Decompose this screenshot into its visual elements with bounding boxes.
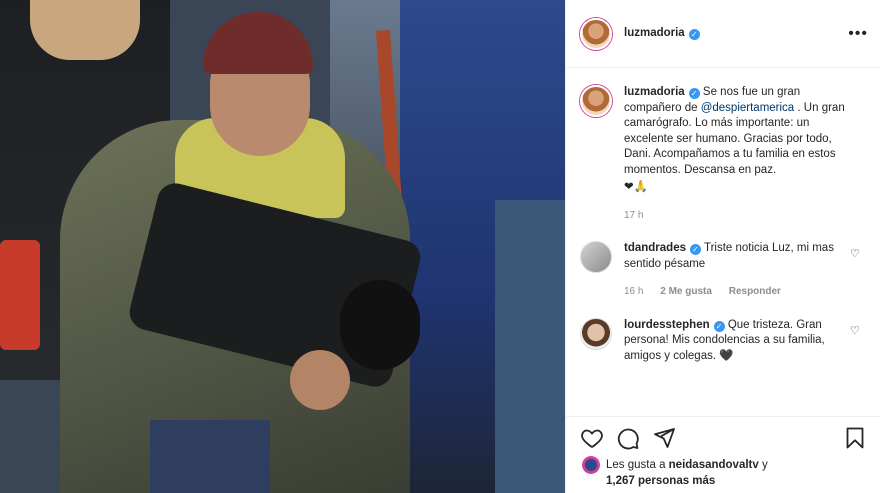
comments-section[interactable]: luzmadoria ✓ Se nos fue un gran compañero… [566, 69, 880, 415]
likes-count-link[interactable]: 1,267 personas más [606, 475, 715, 487]
likes-text: Les gusta a neidasandovaltv y 1,267 pers… [606, 457, 768, 489]
comment-username[interactable]: lourdesstephen [624, 319, 710, 331]
caption-username[interactable]: luzmadoria [624, 86, 685, 98]
caption-avatar[interactable] [580, 85, 612, 117]
liker-avatar[interactable] [582, 456, 600, 474]
comment-bubble-icon[interactable] [616, 426, 640, 450]
caption-row: luzmadoria ✓ Se nos fue un gran compañero… [580, 85, 867, 223]
comment-row: lourdesstephen ✓ Que tristeza. Gran perso… [580, 317, 867, 365]
comment-username[interactable]: tdandrades [624, 242, 686, 254]
comment-like-heart-icon[interactable]: ♡ [850, 325, 861, 337]
caption-meta: 17 h [624, 208, 854, 224]
likes-suffix: y [758, 459, 768, 471]
like-heart-icon[interactable] [580, 426, 604, 450]
photo-pants [150, 420, 270, 493]
post-header: luzmadoria ✓ ••• [566, 0, 880, 68]
verified-badge-icon: ✓ [713, 320, 725, 332]
verified-badge-icon: ✓ [688, 29, 700, 40]
comment-reply-button[interactable]: Responder [729, 286, 781, 297]
instagram-post: luzmadoria ✓ ••• luzmadoria ✓ Se nos fue u… [0, 0, 880, 493]
more-options-icon[interactable]: ••• [848, 25, 868, 43]
photo-bg-bag [0, 240, 40, 350]
comment-avatar[interactable] [580, 241, 612, 273]
photo-lens [340, 280, 420, 370]
caption-mention-link[interactable]: @despiertamerica [701, 102, 795, 114]
photo-bg-jeans [495, 200, 565, 493]
verified-badge-icon: ✓ [688, 88, 700, 99]
share-paper-plane-icon[interactable] [652, 426, 676, 450]
comment-likes[interactable]: 2 Me gusta [660, 286, 712, 297]
photo-hand [290, 350, 350, 410]
caption-body: luzmadoria ✓ Se nos fue un gran compañero… [624, 85, 854, 223]
caption-emojis: ❤🙏 [624, 181, 648, 193]
post-actions-bar: Les gusta a neidasandovaltv y 1,267 pers… [566, 416, 880, 493]
liker-username[interactable]: neidasandovaltv [669, 459, 759, 471]
post-side-panel: luzmadoria ✓ ••• luzmadoria ✓ Se nos fue u… [565, 0, 880, 493]
likes-summary: Les gusta a neidasandovaltv y 1,267 pers… [582, 456, 768, 489]
comment-avatar[interactable] [580, 317, 612, 350]
photo-bg-hair [30, 0, 140, 60]
post-photo[interactable] [0, 0, 565, 493]
comment-meta: 16 h 2 Me gusta Responder [624, 284, 854, 300]
likes-prefix: Les gusta a [606, 459, 669, 471]
comment-row: tdandrades ✓ Triste noticia Luz, mi mas s… [580, 241, 867, 300]
author-username[interactable]: luzmadoria ✓ [624, 27, 700, 40]
save-bookmark-icon[interactable] [843, 426, 867, 450]
verified-badge-icon: ✓ [690, 244, 701, 255]
author-avatar[interactable] [580, 17, 612, 50]
author-username-text[interactable]: luzmadoria [624, 27, 685, 39]
comment-like-heart-icon[interactable]: ♡ [850, 249, 861, 260]
comment-time[interactable]: 16 h [624, 286, 643, 297]
photo-beanie [203, 12, 313, 74]
comment-body: lourdesstephen ✓ Que tristeza. Gran perso… [624, 318, 854, 365]
caption-time[interactable]: 17 h [624, 210, 643, 221]
comment-body: tdandrades ✓ Triste noticia Luz, mi mas s… [624, 241, 854, 300]
